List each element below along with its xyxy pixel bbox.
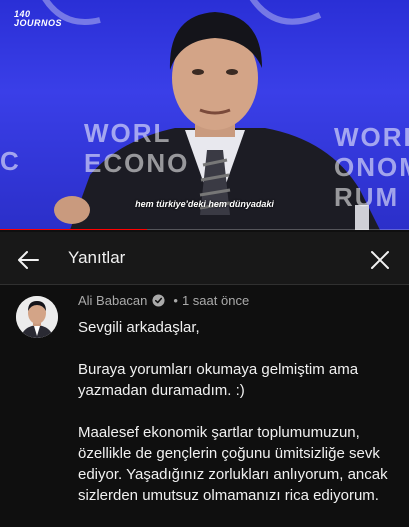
- arrow-left-icon: [18, 251, 39, 269]
- comment-meta: Ali Babacan • 1 saat önce: [78, 293, 249, 308]
- channel-watermark: 140 JOURNOS: [14, 9, 63, 28]
- profile-photo: [16, 296, 58, 338]
- meta-separator: •: [173, 293, 178, 308]
- avatar[interactable]: [16, 296, 58, 338]
- comment-text: Sevgili arkadaşlar, Buraya yorumları oku…: [78, 317, 400, 527]
- video-subtitle: hem türkiye'deki hem dünyadaki: [135, 199, 274, 209]
- verified-badge-icon: [152, 294, 165, 307]
- page-title: Yanıtlar: [68, 248, 126, 267]
- comment-timestamp: 1 saat önce: [181, 293, 250, 308]
- backdrop-logo-text-edge: C: [0, 146, 21, 176]
- close-icon: [371, 251, 389, 269]
- backdrop-logo-text-left: WORL ECONO: [84, 118, 190, 178]
- close-button[interactable]: [362, 242, 398, 278]
- replies-header: Yanıtlar: [0, 232, 409, 285]
- video-progress-fill: [0, 229, 148, 230]
- video-progress-bar[interactable]: [0, 229, 409, 230]
- comment-paragraph: Sevgili arkadaşlar,: [78, 319, 200, 336]
- comment-paragraph: Maalesef ekonomik şartlar toplumumuzun, …: [78, 424, 388, 504]
- back-button[interactable]: [10, 242, 46, 278]
- video-player[interactable]: WORL ECONO WORL ONOM RUM C 140 JOURNOS h…: [0, 0, 409, 230]
- comment-paragraph: Buraya yorumları okumaya gelmiştim ama y…: [78, 361, 359, 399]
- comment-thread-item: Ali Babacan • 1 saat önce Sevgili arkada…: [0, 285, 409, 522]
- comment-author[interactable]: Ali Babacan: [78, 293, 147, 308]
